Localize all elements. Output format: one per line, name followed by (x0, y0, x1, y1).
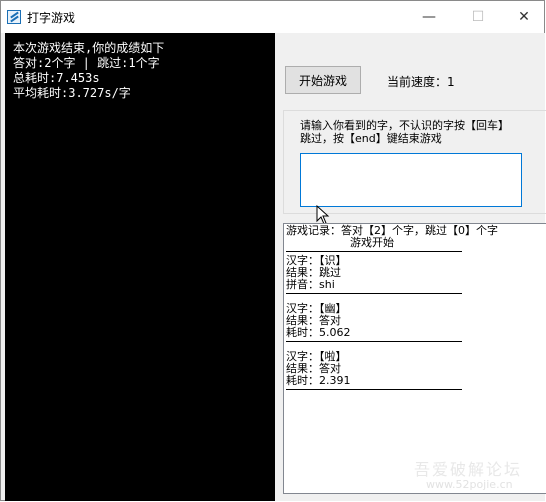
log-divider (286, 251, 462, 252)
input-prompt: 请输入你看到的字，不认识的字按【回车】 跳过，按【end】键结束游戏 (300, 119, 540, 145)
prompt-line: 跳过，按【end】键结束游戏 (300, 132, 442, 145)
app-icon (7, 10, 21, 24)
console-line: 答对:2个字 | 跳过:1个字 (13, 56, 160, 70)
game-log: 游戏记录：答对【2】个字，跳过【0】个字 游戏开始 汉字：【识】 结果：跳过 拼… (283, 223, 546, 494)
prompt-line: 请输入你看到的字，不认识的字按【回车】 (300, 119, 509, 132)
log-entry: 汉字：【识】 结果：跳过 拼音：shi (286, 255, 544, 291)
app-window: 打字游戏 — ☐ ✕ 本次游戏结束,你的成绩如下 答对:2个字 | 跳过:1个字… (0, 0, 546, 501)
watermark-url: www.52pojie.cn (426, 478, 513, 491)
control-panel: 开始游戏 当前速度：1 请输入你看到的字，不认识的字按【回车】 跳过，按【end… (275, 33, 546, 501)
console-line: 平均耗时:3.727s/字 (13, 86, 131, 100)
close-button[interactable]: ✕ (501, 1, 546, 33)
watermark-text: 吾爱破解论坛 (414, 460, 523, 479)
input-group: 请输入你看到的字，不认识的字按【回车】 跳过，按【end】键结束游戏 (283, 110, 546, 214)
console-line: 本次游戏结束,你的成绩如下 (13, 41, 165, 55)
log-entry: 汉字：【幽】 结果：答对 耗时：5.062 (286, 303, 544, 339)
log-divider (286, 341, 462, 342)
log-extra: 耗时：5.062 (286, 326, 351, 339)
maximize-button[interactable]: ☐ (455, 1, 501, 33)
start-game-button[interactable]: 开始游戏 (285, 66, 361, 94)
log-entry: 汉字：【啦】 结果：答对 耗时：2.391 (286, 351, 544, 387)
console-line: 总耗时:7.453s (13, 71, 100, 85)
answer-input[interactable] (300, 153, 522, 207)
title-bar: 打字游戏 — ☐ ✕ (1, 1, 544, 33)
log-extra: 拼音：shi (286, 278, 335, 291)
mouse-cursor-icon (316, 205, 330, 225)
log-divider (286, 293, 462, 294)
log-extra: 耗时：2.391 (286, 374, 351, 387)
log-header: 游戏记录：答对【2】个字，跳过【0】个字 (286, 224, 498, 237)
log-start: 游戏开始 (350, 236, 394, 249)
game-console: 本次游戏结束,你的成绩如下 答对:2个字 | 跳过:1个字 总耗时:7.453s… (5, 33, 275, 501)
window-title: 打字游戏 (27, 11, 76, 25)
speed-label: 当前速度：1 (387, 75, 455, 89)
log-divider (286, 389, 462, 390)
minimize-button[interactable]: — (406, 1, 452, 33)
